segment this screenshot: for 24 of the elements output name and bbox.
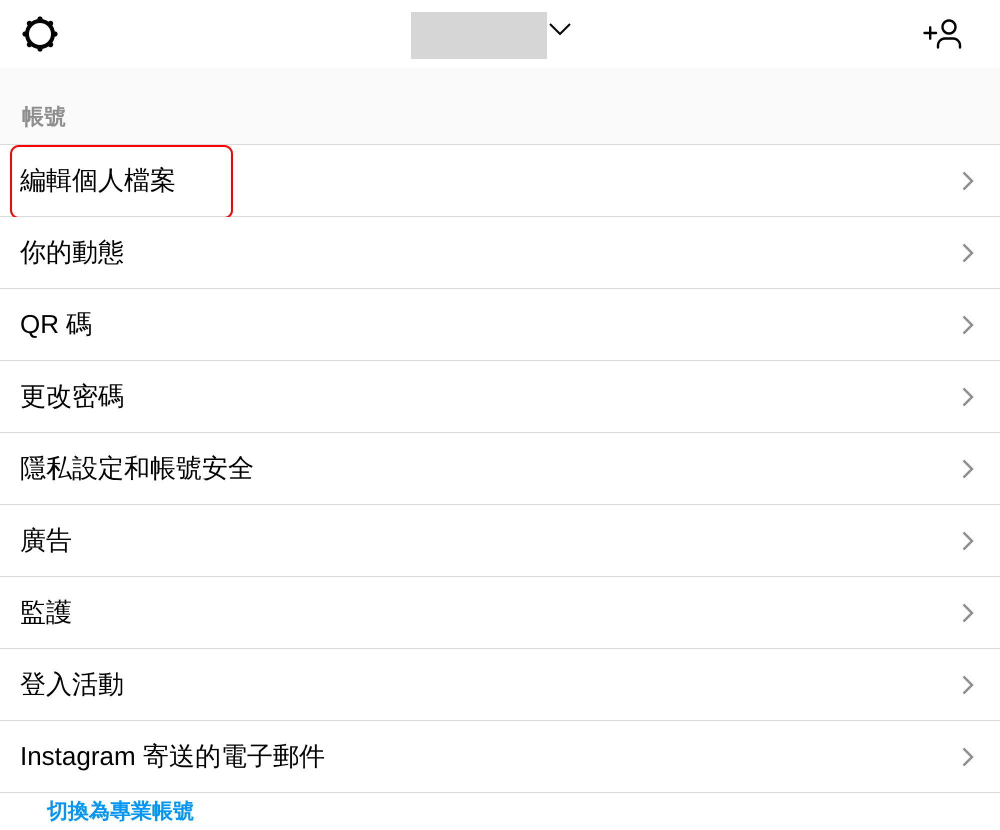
menu-label: QR 碼 [20, 308, 92, 340]
chevron-right-icon [962, 746, 974, 766]
section-title: 帳號 [22, 104, 66, 130]
chevron-right-icon [962, 458, 974, 478]
menu-label: 監護 [20, 596, 72, 628]
chevron-right-icon [962, 170, 974, 190]
chevron-right-icon [962, 602, 974, 622]
menu-label: 隱私設定和帳號安全 [20, 452, 254, 484]
settings-icon[interactable] [22, 16, 58, 52]
menu-label: 廣告 [20, 524, 72, 556]
chevron-down-icon[interactable] [548, 22, 570, 34]
menu-label: 更改密碼 [20, 380, 124, 412]
chevron-right-icon [962, 386, 974, 406]
menu-label: 登入活動 [20, 668, 124, 700]
menu-label: Instagram 寄送的電子郵件 [20, 740, 325, 772]
chevron-right-icon [962, 674, 974, 694]
menu-row[interactable]: 編輯個人檔案 [0, 145, 1000, 217]
chevron-right-icon [962, 242, 974, 262]
menu-row[interactable]: 你的動態 [0, 217, 1000, 289]
chevron-right-icon [962, 314, 974, 334]
menu-label: 編輯個人檔案 [20, 164, 176, 196]
menu-label: 你的動態 [20, 236, 124, 268]
chevron-right-icon [962, 530, 974, 550]
add-person-icon[interactable] [923, 19, 963, 49]
